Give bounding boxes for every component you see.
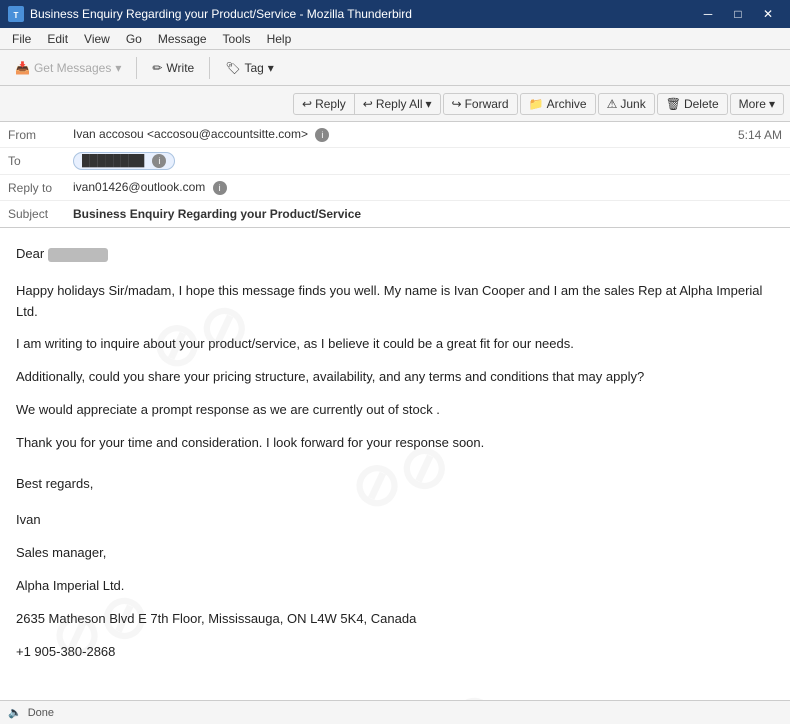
junk-icon: ⚠ [607,97,618,111]
get-messages-label: Get Messages [34,61,111,75]
replyto-text: ivan01426@outlook.com [73,180,205,194]
from-value: Ivan accosou <accosou@accountsitte.com> … [73,127,738,142]
delete-label: Delete [684,97,719,111]
close-button[interactable]: ✕ [754,4,782,24]
reply-label: Reply [315,97,346,111]
from-text: Ivan accosou <accosou@accountsitte.com> [73,127,308,141]
more-dropdown-icon: ▾ [769,97,775,111]
email-body-5: Thank you for your time and consideratio… [16,433,774,454]
delete-icon: 🗑 [666,97,681,111]
more-label: More [739,97,766,111]
toolbar-separator-2 [209,57,210,79]
forward-button[interactable]: ↪ Forward [443,93,518,115]
menubar: File Edit View Go Message Tools Help [0,28,790,50]
subject-value: Business Enquiry Regarding your Product/… [73,207,782,221]
archive-label: Archive [547,97,587,111]
forward-icon: ↪ [452,97,462,111]
delete-button[interactable]: 🗑 Delete [657,93,728,115]
email-body: ⊘⊘ ⊘⊘ ⊘⊘ ⊘⊘ Dear Happy holidays Sir/mada… [0,228,790,700]
menu-view[interactable]: View [76,30,118,48]
write-icon: ✏ [152,61,162,75]
email-body-4: We would appreciate a prompt response as… [16,400,774,421]
titlebar-left: T Business Enquiry Regarding your Produc… [8,6,412,22]
toolbar-separator-1 [136,57,137,79]
from-label: From [8,128,73,142]
more-button[interactable]: More ▾ [730,93,784,115]
archive-icon: 📁 [529,97,544,111]
archive-button[interactable]: 📁 Archive [520,93,596,115]
email-body-1: Happy holidays Sir/madam, I hope this me… [16,281,774,323]
get-messages-icon: 📥 [15,61,30,75]
maximize-button[interactable]: □ [724,4,752,24]
signature-title: Sales manager, [16,543,774,564]
statusbar: 🔈 Done [0,700,790,724]
signature-address: 2635 Matheson Blvd E 7th Floor, Mississa… [16,609,774,630]
reply-all-button[interactable]: ↩ Reply All ▾ [354,94,440,114]
subject-row: Subject Business Enquiry Regarding your … [0,201,790,227]
reply-group: ↩ Reply ↩ Reply All ▾ [293,93,441,115]
reply-all-icon: ↩ [363,97,373,111]
replyto-label: Reply to [8,181,73,195]
status-speaker-icon: 🔈 [8,706,22,719]
app-window: T Business Enquiry Regarding your Produc… [0,0,790,724]
menu-file[interactable]: File [4,30,39,48]
email-headers: From Ivan accosou <accosou@accountsitte.… [0,122,790,228]
actionbar: ↩ Reply ↩ Reply All ▾ ↪ Forward 📁 Archiv… [0,86,790,122]
email-closing: Best regards, [16,474,774,495]
junk-button[interactable]: ⚠ Junk [598,93,655,115]
subject-label: Subject [8,207,73,221]
reply-icon: ↩ [302,97,312,111]
window-title: Business Enquiry Regarding your Product/… [30,7,412,21]
menu-go[interactable]: Go [118,30,150,48]
signature-company: Alpha Imperial Ltd. [16,576,774,597]
get-messages-button[interactable]: 📥 Get Messages ▾ [6,56,130,80]
reply-all-label: Reply All [376,97,423,111]
svg-text:T: T [14,11,19,20]
status-text: Done [28,707,54,719]
replyto-row: Reply to ivan01426@outlook.com i [0,175,790,201]
menu-edit[interactable]: Edit [39,30,76,48]
to-recipient-box: ████████ i [73,152,175,170]
to-info-icon[interactable]: i [152,154,166,168]
menu-help[interactable]: Help [259,30,300,48]
replyto-info-icon[interactable]: i [213,181,227,195]
junk-label: Junk [620,97,645,111]
from-info-icon[interactable]: i [315,128,329,142]
menu-tools[interactable]: Tools [215,30,259,48]
minimize-button[interactable]: ─ [694,4,722,24]
signature-phone: +1 905-380-2868 [16,642,774,663]
email-body-2: I am writing to inquire about your produ… [16,334,774,355]
replyto-value: ivan01426@outlook.com i [73,180,782,195]
watermark-4: ⊘⊘ [387,664,514,700]
app-icon: T [8,6,24,22]
email-body-3: Additionally, could you share your prici… [16,367,774,388]
forward-label: Forward [465,97,509,111]
email-greeting: Dear [16,244,774,265]
titlebar: T Business Enquiry Regarding your Produc… [0,0,790,28]
write-label: Write [166,61,194,75]
greeting-text: Dear [16,246,44,261]
tag-dropdown-icon: ▾ [268,61,274,75]
reply-button[interactable]: ↩ Reply [294,94,354,114]
from-row: From Ivan accosou <accosou@accountsitte.… [0,122,790,148]
toolbar: 📥 Get Messages ▾ ✏ Write 🏷 Tag ▾ [0,50,790,86]
to-label: To [8,154,73,168]
to-value: ████████ i [73,152,782,170]
email-time: 5:14 AM [738,128,782,142]
window-controls: ─ □ ✕ [694,4,782,24]
write-button[interactable]: ✏ Write [143,56,203,80]
tag-button[interactable]: 🏷 Tag ▾ [216,56,283,80]
to-row: To ████████ i [0,148,790,175]
tag-label: Tag [244,61,263,75]
recipient-name-blurred [48,248,108,262]
reply-all-dropdown-icon: ▾ [426,97,432,111]
to-recipient-text: ████████ [82,155,144,167]
signature-name: Ivan [16,510,774,531]
tag-icon: 🏷 [225,61,240,75]
menu-message[interactable]: Message [150,30,215,48]
get-messages-dropdown-icon: ▾ [115,61,121,75]
